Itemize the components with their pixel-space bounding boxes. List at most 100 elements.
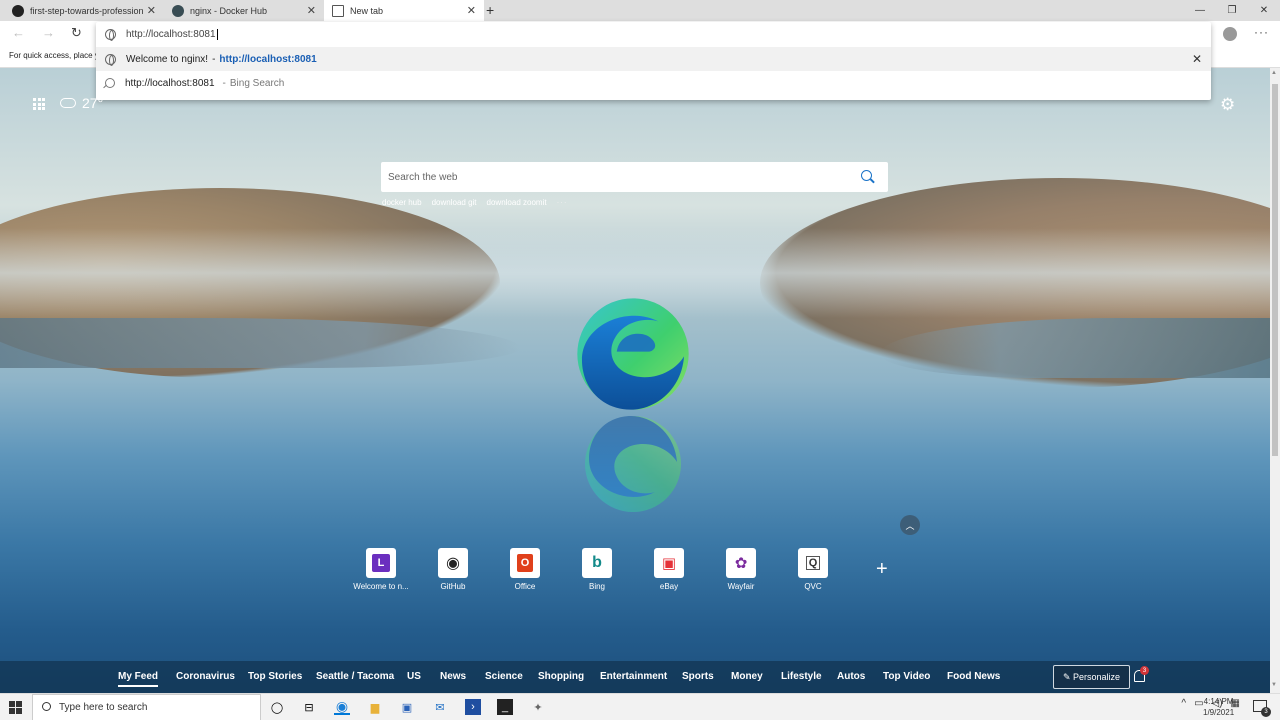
refresh-icon[interactable]: ↻: [71, 25, 82, 41]
powershell-icon[interactable]: ›: [465, 699, 481, 715]
suggestion-engine: Bing Search: [229, 77, 285, 89]
ebay-icon: ▣: [654, 548, 684, 578]
feed-tab-sports[interactable]: Sports: [682, 671, 714, 682]
close-icon[interactable]: ✕: [467, 4, 476, 17]
task-view-icon[interactable]: ⊟: [301, 699, 317, 715]
windows-taskbar: Type here to search ◯ ⊟ ◉ ▆ ▣ ✉ › _ ✦ ^ …: [0, 693, 1280, 720]
store-icon[interactable]: ▣: [399, 699, 415, 715]
profile-avatar[interactable]: [1223, 27, 1237, 41]
quick-link-qvc[interactable]: Q QVC: [777, 548, 849, 591]
tab-docker-hub[interactable]: nginx - Docker Hub ✕: [164, 0, 324, 21]
terminal-icon[interactable]: _: [497, 699, 513, 715]
text-caret: [216, 28, 218, 40]
weather-widget[interactable]: 27°: [60, 95, 103, 111]
new-tab-button[interactable]: +: [486, 2, 494, 18]
recent-search-item[interactable]: download zoomit: [487, 198, 547, 207]
feed-tab-shopping[interactable]: Shopping: [538, 671, 584, 682]
docker-icon: [172, 4, 184, 17]
back-icon[interactable]: ←: [12, 25, 25, 40]
taskbar-search-input[interactable]: Type here to search: [59, 702, 147, 713]
quick-link-office[interactable]: O Office: [489, 548, 561, 591]
tab-github[interactable]: first-step-towards-professional- ✕: [4, 0, 164, 21]
quick-link-nginx[interactable]: L Welcome to n...: [345, 548, 417, 591]
action-center-badge: 3: [1261, 707, 1271, 717]
search-input[interactable]: Search the web: [388, 172, 458, 183]
quick-link-name: Office: [514, 582, 536, 591]
minimize-icon[interactable]: —: [1184, 0, 1216, 21]
scroll-down-icon[interactable]: ▼: [1271, 682, 1277, 688]
favorites-hint: For quick access, place y: [9, 51, 99, 60]
feed-tab-coronavirus[interactable]: Coronavirus: [176, 671, 235, 682]
suggestion-query: http://localhost:8081: [125, 77, 215, 89]
feed-tab-seattle-tacoma[interactable]: Seattle / Tacoma: [316, 671, 394, 682]
address-value[interactable]: http://localhost:8081: [126, 29, 216, 40]
scroll-up-icon[interactable]: ▲: [1271, 70, 1277, 76]
tab-label: nginx - Docker Hub: [190, 5, 268, 16]
recent-search-item[interactable]: download git: [432, 198, 477, 207]
quick-links: L Welcome to n... ◉ GitHub O Office b Bi…: [345, 548, 849, 591]
suggestion-url: http://localhost:8081: [219, 53, 317, 65]
edge-logo-icon: [577, 298, 689, 410]
taskbar-search[interactable]: Type here to search: [32, 694, 261, 720]
tab-label: first-step-towards-professional-: [30, 5, 143, 16]
globe-icon: [105, 28, 116, 41]
mail-icon[interactable]: ✉: [432, 699, 448, 715]
restore-icon[interactable]: ❐: [1216, 0, 1248, 21]
edge-taskbar-icon[interactable]: ◉: [334, 698, 350, 715]
feed-tab-my-feed[interactable]: My Feed: [118, 671, 159, 687]
feed-tab-news[interactable]: News: [440, 671, 466, 682]
quick-link-glyph: L: [372, 554, 390, 572]
personalize-button[interactable]: ✎ Personalize: [1053, 665, 1130, 689]
quick-link-ebay[interactable]: ▣ eBay: [633, 548, 705, 591]
page-scrollbar[interactable]: ▲ ▼: [1270, 68, 1280, 693]
more-searches-icon[interactable]: ···: [557, 198, 568, 207]
close-icon[interactable]: ✕: [307, 4, 316, 17]
suggestion-title: Welcome to nginx!: [126, 53, 209, 65]
more-icon[interactable]: ···: [1254, 25, 1269, 39]
address-bar[interactable]: http://localhost:8081: [96, 22, 1211, 46]
suggestion-nginx[interactable]: Welcome to nginx! - http://localhost:808…: [96, 47, 1211, 71]
bing-icon: b: [582, 548, 612, 578]
scrollbar-thumb[interactable]: [1272, 84, 1278, 456]
file-explorer-icon[interactable]: ▆: [367, 699, 383, 715]
feed-tab-money[interactable]: Money: [731, 671, 763, 682]
web-search-box[interactable]: Search the web: [381, 162, 888, 192]
quick-link-bing[interactable]: b Bing: [561, 548, 633, 591]
forward-icon[interactable]: →: [42, 25, 55, 40]
feed-tab-top-stories[interactable]: Top Stories: [248, 671, 302, 682]
github-icon: [12, 4, 24, 17]
gear-icon[interactable]: ⚙: [1220, 95, 1235, 115]
remove-suggestion-icon[interactable]: ✕: [1192, 52, 1202, 66]
feed-tab-us[interactable]: US: [407, 671, 421, 682]
cortana-icon[interactable]: ◯: [269, 699, 285, 715]
feed-tab-entertainment[interactable]: Entertainment: [600, 671, 667, 682]
suggestion-separator: -: [222, 77, 226, 89]
quick-link-name: Wayfair: [727, 582, 755, 591]
taskbar-clock[interactable]: 4:14 PM 1/9/2021: [1203, 696, 1234, 718]
feed-tab-lifestyle[interactable]: Lifestyle: [781, 671, 822, 682]
clock-date: 1/9/2021: [1203, 708, 1235, 717]
tab-new-tab[interactable]: New tab ✕: [324, 0, 484, 21]
globe-icon: [105, 53, 116, 66]
feed-tab-autos[interactable]: Autos: [837, 671, 865, 682]
quick-link-github[interactable]: ◉ GitHub: [417, 548, 489, 591]
recent-search-item[interactable]: docker hub: [382, 198, 422, 207]
github-icon: ◉: [438, 548, 468, 578]
chevron-up-icon[interactable]: ^: [1181, 698, 1186, 709]
feed-tab-food-news[interactable]: Food News: [947, 671, 1000, 682]
windows-start-icon[interactable]: [9, 701, 22, 714]
search-icon[interactable]: [861, 170, 872, 181]
close-icon[interactable]: ✕: [147, 4, 156, 17]
collapse-quicklinks-button[interactable]: ︿: [900, 515, 920, 535]
close-window-icon[interactable]: ✕: [1248, 0, 1280, 21]
app-icon[interactable]: ✦: [530, 699, 546, 715]
app-launcher-icon[interactable]: [33, 98, 45, 110]
feed-tab-top-video[interactable]: Top Video: [883, 671, 930, 682]
window-controls: — ❐ ✕: [1184, 0, 1280, 21]
add-quick-link-icon[interactable]: +: [876, 558, 888, 581]
quick-link-name: Welcome to n...: [353, 582, 409, 591]
quick-link-wayfair[interactable]: ✿ Wayfair: [705, 548, 777, 591]
feed-tab-science[interactable]: Science: [485, 671, 523, 682]
quick-link-tile: L: [366, 548, 396, 578]
suggestion-bing-search[interactable]: http://localhost:8081 - Bing Search: [96, 71, 1211, 95]
